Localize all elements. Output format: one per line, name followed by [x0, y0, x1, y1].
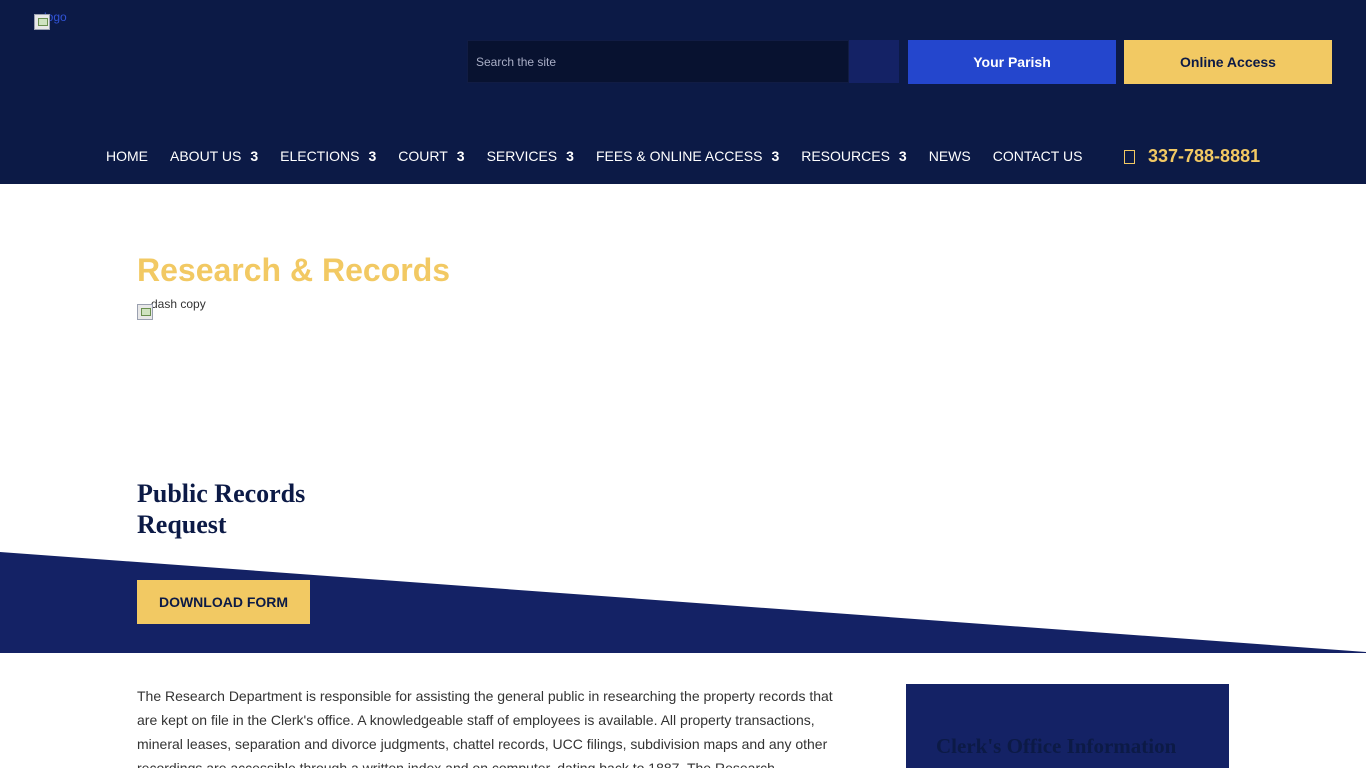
search-button[interactable]: [849, 40, 899, 83]
nav-item-contact-us[interactable]: CONTACT US: [993, 148, 1083, 164]
phone-number: 337-788-8881: [1148, 146, 1261, 166]
phone-link[interactable]: 337-788-8881: [1124, 146, 1260, 167]
clerk-info-card: Clerk's Office Information: [906, 684, 1229, 768]
nav-item-label: FEES & ONLINE ACCESS: [595, 148, 763, 164]
broken-image-icon: [34, 14, 50, 30]
nav-item-label: NEWS: [928, 148, 971, 164]
phone-icon: [1124, 149, 1135, 164]
page-title: Research & Records: [137, 252, 451, 288]
nav-item-label: CONTACT US: [992, 148, 1083, 164]
chevron-down-icon: 3: [456, 148, 465, 164]
nav-item-resources[interactable]: RESOURCES 3: [801, 148, 906, 164]
search-input[interactable]: [468, 41, 848, 82]
nav-item-news[interactable]: NEWS: [929, 148, 971, 164]
nav-item-about-us[interactable]: ABOUT US 3: [170, 148, 258, 164]
dash-image: dash copy: [137, 298, 206, 320]
download-form-button[interactable]: DOWNLOAD FORM: [137, 580, 310, 624]
nav-item-label: ABOUT US: [170, 148, 242, 164]
clerk-info-title: Clerk's Office Information: [936, 734, 1177, 758]
online-access-button[interactable]: Online Access: [1124, 40, 1332, 84]
site-logo[interactable]: logo: [34, 10, 67, 34]
nav-item-court[interactable]: COURT 3: [398, 148, 464, 164]
nav-item-label: RESOURCES: [801, 148, 890, 164]
chevron-down-icon: 3: [898, 148, 907, 164]
nav-item-fees-online-access[interactable]: FEES & ONLINE ACCESS 3: [596, 148, 779, 164]
your-parish-button[interactable]: Your Parish: [908, 40, 1116, 84]
chevron-down-icon: 3: [250, 148, 259, 164]
nav-item-label: SERVICES: [486, 148, 558, 164]
chevron-down-icon: 3: [771, 148, 780, 164]
nav-item-elections[interactable]: ELECTIONS 3: [280, 148, 376, 164]
search-box: [467, 40, 849, 83]
research-description: The Research Department is responsible f…: [137, 688, 833, 768]
chevron-down-icon: 3: [566, 148, 574, 164]
chevron-down-icon: 3: [368, 148, 377, 164]
nav-item-label: HOME: [106, 148, 148, 164]
nav-item-label: ELECTIONS: [280, 148, 360, 164]
main-nav: HOME ABOUT US 3 ELECTIONS 3 COURT 3 SERVICES 3 FE…: [106, 146, 1082, 166]
nav-item-label: COURT: [398, 148, 448, 164]
dash-alt-text: dash copy: [151, 297, 206, 311]
public-records-title: Public Records Request: [137, 479, 306, 539]
broken-image-icon: [137, 304, 153, 320]
nav-item-services[interactable]: SERVICES 3: [487, 148, 574, 164]
nav-item-home[interactable]: HOME: [106, 148, 148, 164]
site-header: logo Your Parish Online Access HOME ABOUT…: [0, 0, 1366, 184]
